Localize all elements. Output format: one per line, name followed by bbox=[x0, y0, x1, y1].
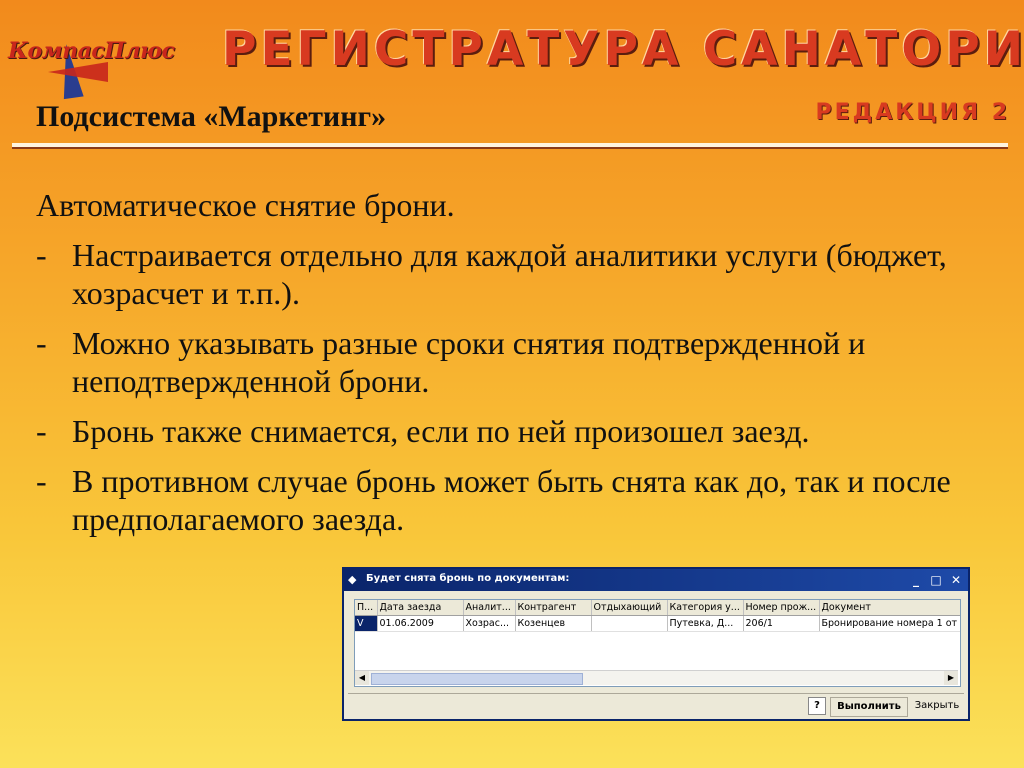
header-divider bbox=[12, 143, 1008, 149]
table-cell[interactable]: 206/1 bbox=[743, 615, 820, 632]
bullet-item: - Настраивается отдельно для каждой анали… bbox=[36, 237, 947, 311]
table-row[interactable]: V 01.06.2009 Хозрас... Козенцев Путевка,… bbox=[355, 615, 960, 632]
scroll-left-icon[interactable]: ◀ bbox=[355, 671, 369, 685]
close-button[interactable]: Закрыть bbox=[910, 697, 964, 715]
column-header[interactable]: Дата заезда bbox=[377, 600, 464, 616]
window-app-icon: ◆ bbox=[348, 573, 357, 586]
table-cell[interactable]: Козенцев bbox=[515, 615, 592, 632]
lead-text: Автоматическое снятие брони. bbox=[36, 187, 455, 223]
column-header[interactable]: Аналит... bbox=[463, 600, 516, 616]
slide-header: КомпасПлюс РЕГИСТРАТУРА САНАТОРИЯ Подсис… bbox=[0, 0, 1024, 150]
slide-content: Автоматическое снятие брони. - Настраивае… bbox=[36, 186, 976, 550]
horizontal-scrollbar[interactable]: ◀ ▶ bbox=[355, 670, 958, 685]
help-button[interactable]: ? bbox=[808, 697, 826, 715]
bullet-item: - Можно указывать разные сроки снятия под… bbox=[36, 325, 866, 399]
documents-table: П... Дата заезда Аналит... Контрагент От… bbox=[355, 600, 960, 632]
table-cell[interactable]: Хозрас... bbox=[463, 615, 516, 632]
column-header[interactable]: Отдыхающий bbox=[591, 600, 668, 616]
edition-label: РЕДАКЦИЯ 2 bbox=[815, 100, 1010, 125]
logo-arrow-icon bbox=[48, 62, 108, 82]
table-cell[interactable]: Путевка, Д... bbox=[667, 615, 744, 632]
close-icon[interactable]: ✕ bbox=[948, 572, 964, 588]
minimize-icon[interactable]: _ bbox=[908, 572, 924, 588]
column-header[interactable]: Документ bbox=[819, 600, 960, 616]
dialog-titlebar[interactable]: ◆ Будет снята бронь по документам: _ □ ✕ bbox=[344, 569, 968, 591]
table-cell[interactable]: 01.06.2009 bbox=[377, 615, 464, 632]
logo-text: КомпасПлюс bbox=[8, 38, 175, 64]
column-header[interactable]: Категория у... bbox=[667, 600, 744, 616]
table-cell[interactable]: Бронирование номера 1 от bbox=[819, 615, 960, 632]
bullet-list: - Настраивается отдельно для каждой анали… bbox=[36, 236, 976, 538]
subsystem-title: Подсистема «Маркетинг» bbox=[36, 100, 387, 133]
dialog-title: Будет снята бронь по документам: bbox=[366, 573, 570, 584]
column-header[interactable]: Номер прож... bbox=[743, 600, 820, 616]
app-title: РЕГИСТРАТУРА САНАТОРИЯ bbox=[222, 22, 1024, 77]
scroll-right-icon[interactable]: ▶ bbox=[944, 671, 958, 685]
maximize-icon[interactable]: □ bbox=[928, 572, 944, 588]
table-cell[interactable] bbox=[591, 615, 668, 632]
booking-removal-dialog: ◆ Будет снята бронь по документам: _ □ ✕… bbox=[342, 567, 970, 721]
column-header[interactable]: П... bbox=[355, 600, 378, 616]
column-header[interactable]: Контрагент bbox=[515, 600, 592, 616]
bullet-item: - Бронь также снимается, если по ней прои… bbox=[36, 413, 810, 449]
table-header-row: П... Дата заезда Аналит... Контрагент От… bbox=[355, 600, 960, 616]
run-button[interactable]: Выполнить bbox=[830, 697, 908, 717]
row-checkbox-cell[interactable]: V bbox=[355, 615, 378, 632]
scrollbar-thumb[interactable] bbox=[371, 673, 583, 685]
company-logo: КомпасПлюс bbox=[8, 38, 218, 100]
footer-divider bbox=[348, 693, 964, 694]
bullet-item: -В противном случае бронь может быть сня… bbox=[36, 463, 951, 537]
